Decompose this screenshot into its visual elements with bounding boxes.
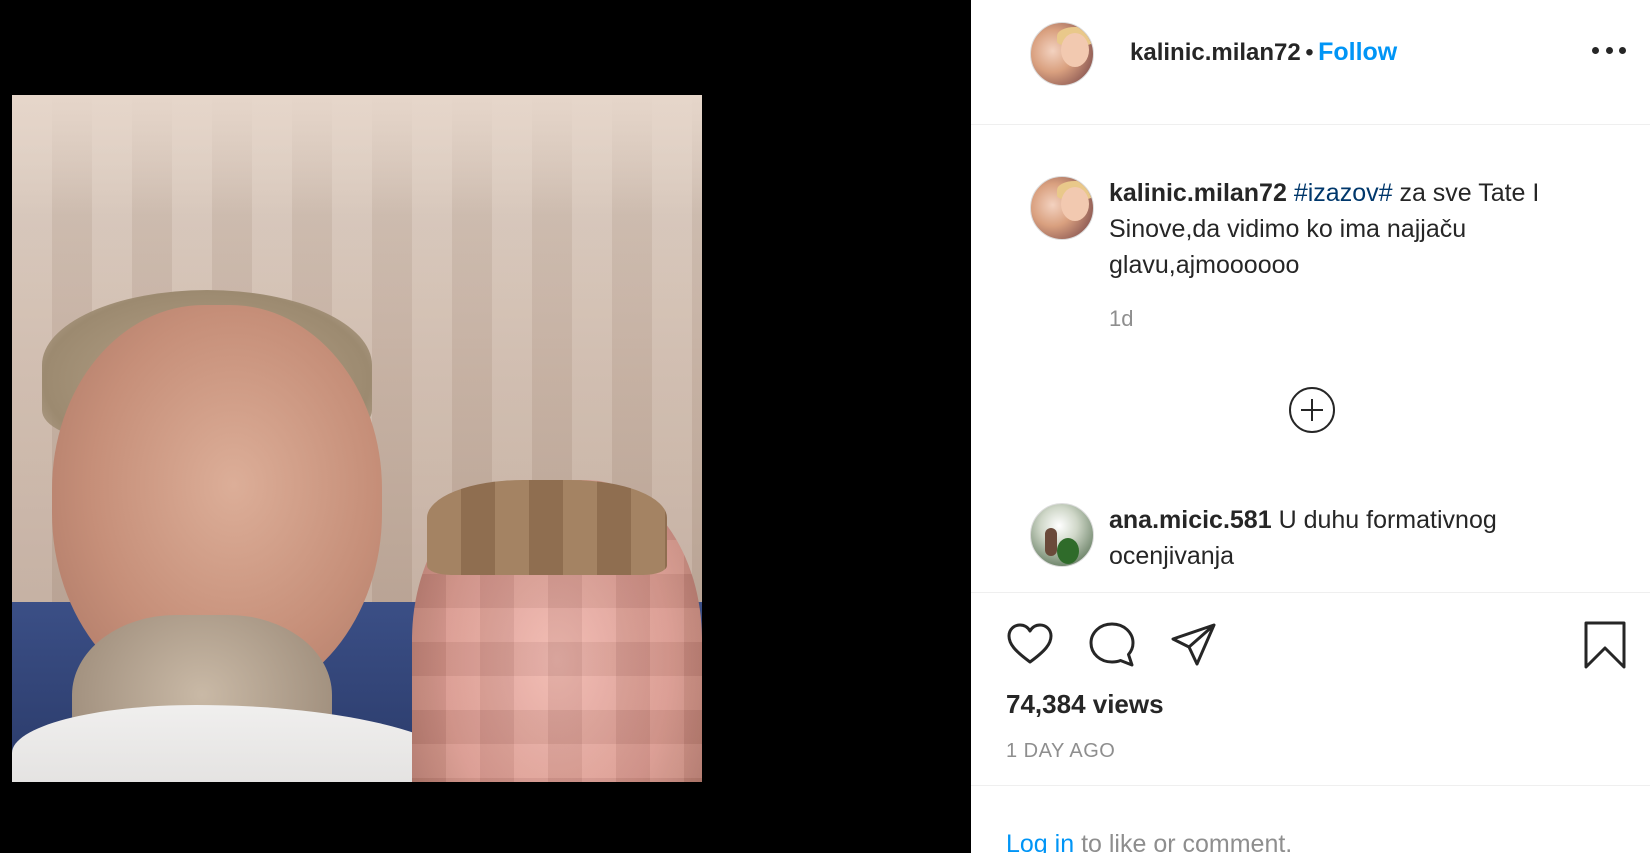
caption-hashtag[interactable]: #izazov#: [1294, 179, 1393, 207]
instagram-post-page: kalinic.milan72 • Follow kalinic.milan72…: [0, 0, 1650, 853]
author-avatar[interactable]: [1030, 22, 1094, 86]
comment: ana.micic.581 U duhu formativnog ocenjiv…: [1109, 502, 1619, 574]
media-area: [0, 0, 971, 853]
caption-timestamp[interactable]: 1d: [1109, 306, 1133, 332]
avatar-face: [1061, 33, 1089, 67]
follow-button[interactable]: Follow: [1318, 38, 1397, 66]
bottom-divider: [971, 785, 1650, 786]
header-user-line: kalinic.milan72 • Follow: [1130, 38, 1397, 67]
header-username[interactable]: kalinic.milan72: [1130, 39, 1301, 66]
heart-icon[interactable]: [1005, 620, 1055, 670]
comment-username[interactable]: ana.micic.581: [1109, 506, 1272, 534]
paper-plane-icon[interactable]: [1169, 620, 1219, 670]
post-date[interactable]: 1 DAY AGO: [1006, 740, 1115, 763]
bookmark-icon[interactable]: [1580, 620, 1630, 670]
login-prompt-text: to like or comment.: [1074, 830, 1293, 853]
actions-divider: [971, 592, 1650, 593]
login-link[interactable]: Log in: [1006, 830, 1074, 853]
post-video[interactable]: [12, 95, 702, 782]
caption-avatar[interactable]: [1030, 176, 1094, 240]
plus-circle-icon[interactable]: [1289, 387, 1335, 433]
video-ceiling: [12, 95, 702, 215]
login-prompt: Log in to like or comment.: [1006, 830, 1292, 853]
more-horizontal-icon[interactable]: [1592, 40, 1626, 60]
avatar-face: [1061, 187, 1089, 221]
avatar-person: [1045, 528, 1057, 556]
header-bullet: •: [1305, 39, 1314, 66]
video-kid-hair: [427, 480, 667, 575]
avatar-tree: [1057, 538, 1079, 564]
caption-username[interactable]: kalinic.milan72: [1109, 179, 1287, 207]
more-dot: [1592, 46, 1599, 54]
more-dot: [1619, 46, 1626, 54]
view-count[interactable]: 74,384 views: [1006, 689, 1164, 720]
post-caption: kalinic.milan72 #izazov# za sve Tate I S…: [1109, 175, 1619, 283]
more-dot: [1605, 46, 1613, 54]
commenter-avatar[interactable]: [1030, 503, 1094, 567]
comment-icon[interactable]: [1087, 620, 1137, 670]
